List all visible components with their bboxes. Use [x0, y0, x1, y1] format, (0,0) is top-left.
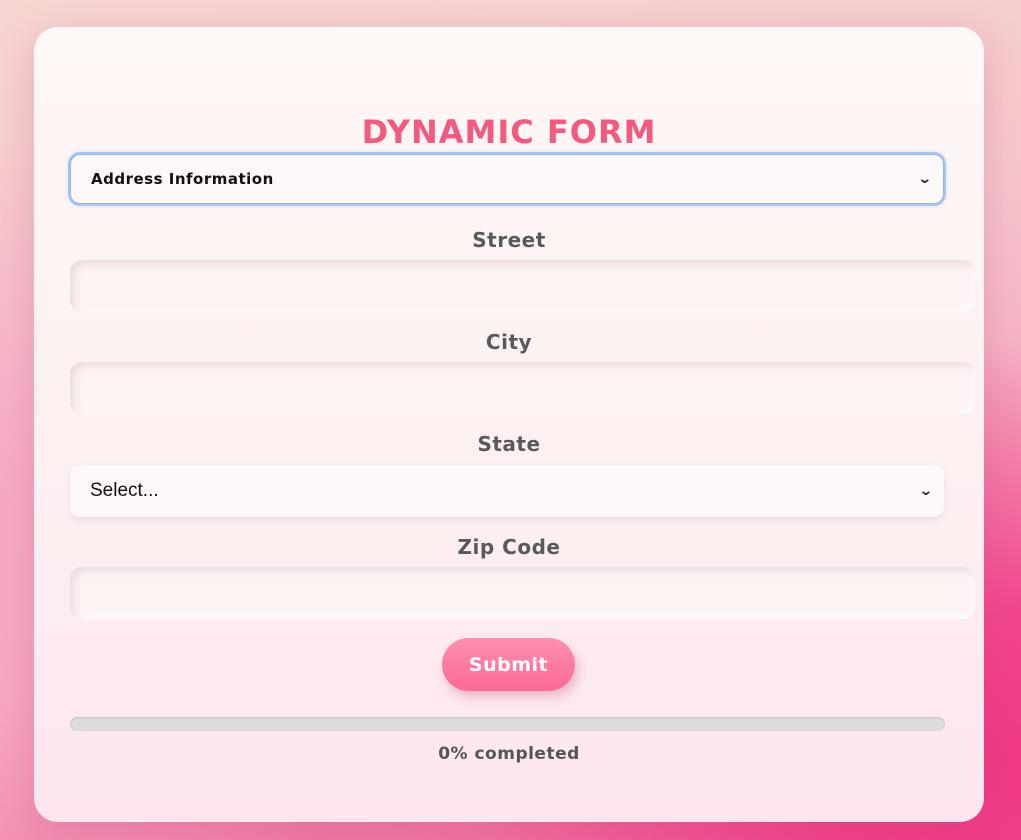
progress-bar	[70, 717, 945, 731]
form-card: DYNAMIC FORM Address Information ⌄ Stree…	[34, 27, 984, 822]
street-input[interactable]	[70, 260, 975, 312]
section-select-value: Address Information	[91, 170, 274, 188]
state-select[interactable]: Select... ⌄	[70, 465, 944, 517]
city-label: City	[485, 330, 533, 354]
state-select-value: Select...	[90, 480, 159, 501]
state-label: State	[477, 432, 541, 456]
chevron-down-icon: ⌄	[916, 171, 933, 187]
city-input[interactable]	[70, 362, 975, 414]
zip-code-label: Zip Code	[457, 535, 561, 559]
submit-button[interactable]: Submit	[442, 638, 575, 691]
form-title: DYNAMIC FORM	[361, 113, 657, 151]
progress-text: 0% completed	[438, 744, 580, 764]
street-label: Street	[472, 228, 546, 252]
section-select[interactable]: Address Information ⌄	[70, 154, 944, 204]
chevron-down-icon: ⌄	[918, 483, 934, 499]
zip-code-input[interactable]	[70, 567, 975, 619]
